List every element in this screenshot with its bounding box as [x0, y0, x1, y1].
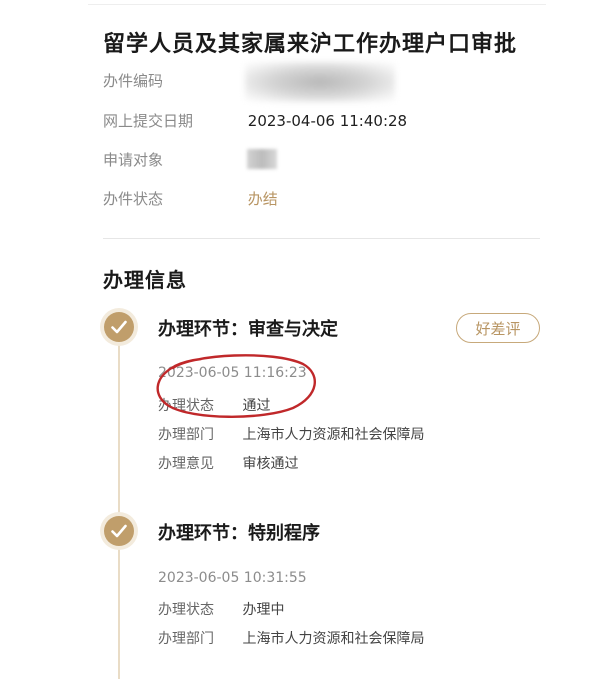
- step-opinion-label: 办理意见: [158, 456, 214, 472]
- step-department-row: 办理部门 上海市人力资源和社会保障局: [158, 424, 424, 444]
- step-title: 办理环节：特别程序: [158, 523, 320, 544]
- submit-date-label: 网上提交日期: [103, 112, 194, 130]
- status-value: 办结: [247, 190, 278, 208]
- redacted-case-number: [245, 62, 395, 102]
- step-department-label: 办理部门: [158, 427, 214, 443]
- step-title: 办理环节：审查与决定: [158, 319, 338, 340]
- section-title: 办理信息: [103, 268, 187, 292]
- redacted-applicant: [247, 149, 277, 169]
- check-icon: [104, 312, 134, 342]
- step-status-row: 办理状态 办理中: [158, 599, 284, 619]
- step-status-value: 办理中: [242, 602, 285, 618]
- applicant-label: 申请对象: [103, 151, 164, 169]
- status-row: 办件状态 办结: [103, 187, 278, 211]
- divider: [103, 238, 540, 239]
- submit-date-value: 2023-04-06 11:40:28: [247, 112, 408, 130]
- step-time: 2023-06-05 10:31:55: [158, 570, 307, 586]
- step-department-row: 办理部门 上海市人力资源和社会保障局: [158, 628, 424, 648]
- step-status-label: 办理状态: [158, 602, 214, 618]
- step-department-value: 上海市人力资源和社会保障局: [242, 631, 425, 647]
- step-opinion-row: 办理意见 审核通过: [158, 453, 298, 473]
- top-border: [88, 0, 546, 5]
- page-title: 留学人员及其家属来沪工作办理户口审批: [103, 32, 518, 57]
- case-number-row: 办件编码: [103, 69, 248, 93]
- red-annotation-circle: [156, 354, 316, 418]
- check-icon: [104, 516, 134, 546]
- rate-button[interactable]: 好差评: [456, 313, 540, 343]
- case-number-label: 办件编码: [103, 72, 164, 90]
- timeline-line: [118, 338, 120, 679]
- status-label: 办件状态: [103, 190, 164, 208]
- step-opinion-value: 审核通过: [242, 456, 299, 472]
- step-department-value: 上海市人力资源和社会保障局: [242, 427, 425, 443]
- step-department-label: 办理部门: [158, 631, 214, 647]
- submit-date-row: 网上提交日期 2023-04-06 11:40:28: [103, 109, 407, 133]
- applicant-row: 申请对象: [103, 148, 248, 172]
